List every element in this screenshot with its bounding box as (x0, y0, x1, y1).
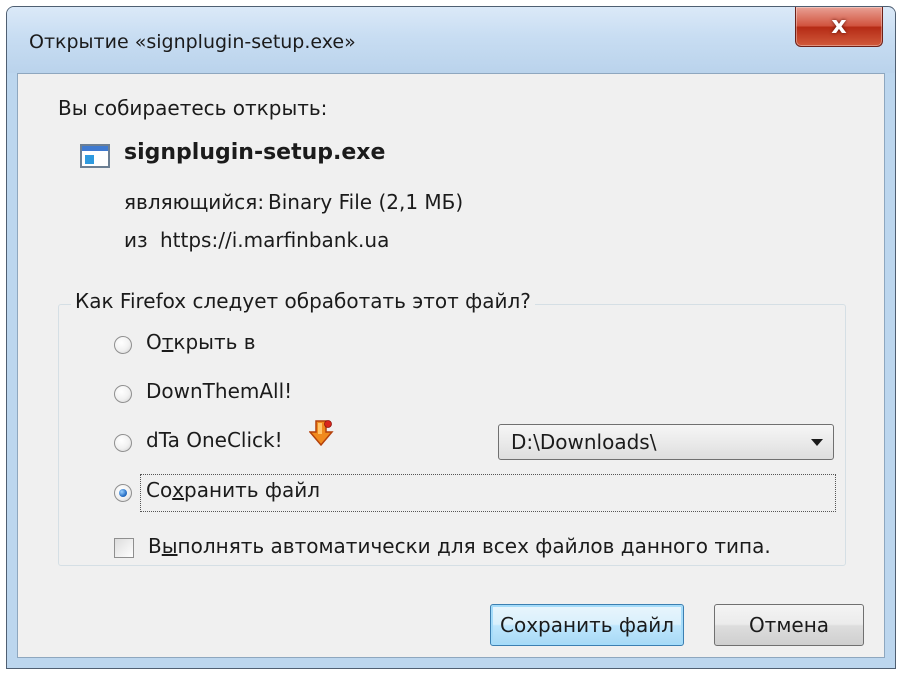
auto-action-checkbox[interactable] (114, 538, 134, 558)
cancel-button[interactable]: Отмена (714, 604, 864, 646)
open-with-radio[interactable] (114, 336, 132, 354)
auto-action-label-accel: ы (161, 534, 178, 558)
open-prompt: Вы собираетесь открыть: (58, 96, 328, 120)
save-file-label-pre: Со (146, 478, 173, 502)
file-source-label: из (124, 228, 148, 252)
close-button[interactable]: x (795, 7, 883, 47)
dta-oneclick-radio[interactable] (114, 434, 132, 452)
close-icon: x (831, 11, 847, 39)
file-type-label: являющийся: (124, 190, 265, 214)
dialog-body: Вы собираетесь открыть: signplugin-setup… (17, 73, 885, 658)
downthemall-radio[interactable] (114, 385, 132, 403)
group-legend: Как Firefox следует обработать этот файл… (71, 289, 535, 313)
auto-action-label-post: полнять автоматически для всех файлов да… (177, 534, 771, 558)
file-type-value: Binary File (2,1 МБ) (268, 190, 464, 214)
chevron-down-icon[interactable] (811, 439, 823, 446)
save-file-label[interactable]: Сохранить файл (146, 478, 320, 502)
dialog-window: Открытие «signplugin-setup.exe» x Вы соб… (6, 6, 896, 669)
save-file-label-post: ранить файл (184, 478, 321, 502)
dta-oneclick-label[interactable]: dTa OneClick! (146, 428, 283, 452)
open-with-label-accel: т (161, 330, 174, 354)
auto-action-label-pre: В (148, 534, 162, 558)
downthemall-label[interactable]: DownThemAll! (146, 379, 292, 403)
open-with-label[interactable]: Открыть в (146, 330, 256, 354)
open-with-label-pre: О (146, 330, 162, 354)
download-folder-dropdown[interactable]: D:\Downloads\ (498, 424, 834, 460)
save-file-label-accel: х (172, 478, 185, 502)
file-name: signplugin-setup.exe (124, 140, 386, 165)
window-title: Открытие «signplugin-setup.exe» (29, 31, 356, 53)
file-source-value: https://i.marfinbank.ua (160, 228, 390, 252)
save-file-button[interactable]: Сохранить файл (490, 604, 684, 646)
title-bar[interactable]: Открытие «signplugin-setup.exe» x (7, 7, 895, 73)
executable-file-icon (80, 144, 110, 168)
download-folder-value: D:\Downloads\ (511, 430, 657, 454)
open-with-label-post: крыть в (173, 330, 256, 354)
save-file-radio[interactable] (114, 484, 132, 502)
auto-action-label[interactable]: Выполнять автоматически для всех файлов … (148, 534, 771, 558)
dta-oneclick-icon (309, 420, 334, 447)
